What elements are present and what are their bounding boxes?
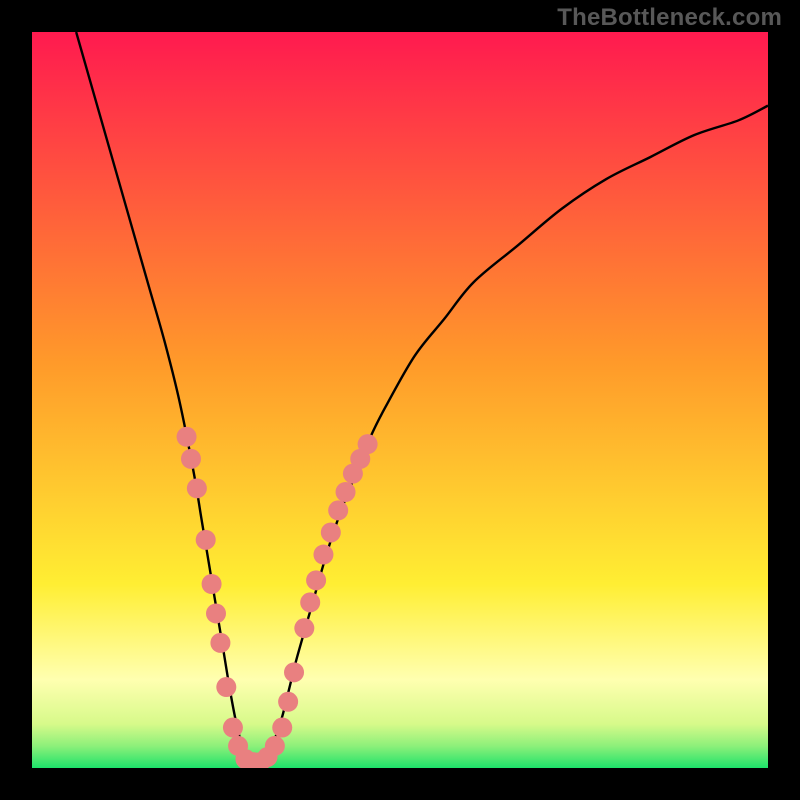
highlight-dot: [278, 692, 298, 712]
highlight-dot: [321, 522, 341, 542]
chart-frame: TheBottleneck.com: [0, 0, 800, 800]
watermark-text: TheBottleneck.com: [557, 4, 782, 32]
highlight-dot: [210, 633, 230, 653]
highlight-dot: [187, 478, 207, 498]
highlight-dot: [284, 662, 304, 682]
highlight-dot: [206, 603, 226, 623]
bottleneck-curve: [76, 32, 768, 762]
highlight-dot: [196, 530, 216, 550]
highlight-dot: [358, 434, 378, 454]
highlight-dots: [177, 427, 378, 768]
highlight-dot: [294, 618, 314, 638]
curve-layer: [32, 32, 768, 768]
highlight-dot: [177, 427, 197, 447]
highlight-dot: [306, 570, 326, 590]
highlight-dot: [265, 736, 285, 756]
highlight-dot: [202, 574, 222, 594]
highlight-dot: [181, 449, 201, 469]
highlight-dot: [300, 592, 320, 612]
highlight-dot: [272, 718, 292, 738]
highlight-dot: [216, 677, 236, 697]
plot-area: [32, 32, 768, 768]
highlight-dot: [336, 482, 356, 502]
highlight-dot: [328, 500, 348, 520]
highlight-dot: [313, 545, 333, 565]
highlight-dot: [223, 718, 243, 738]
